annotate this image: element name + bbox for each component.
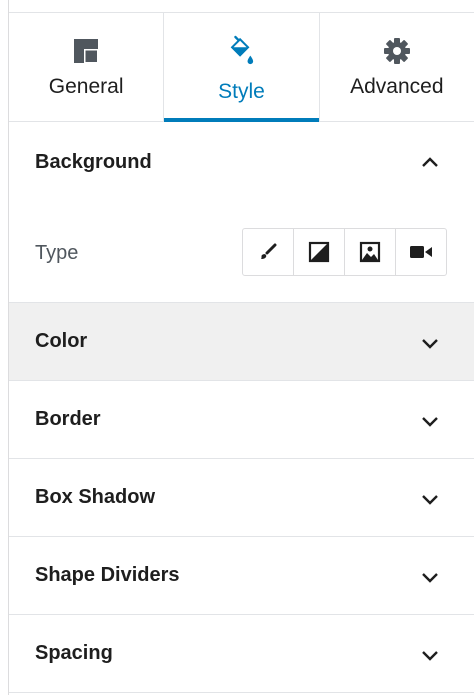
type-image-button[interactable] xyxy=(344,229,395,275)
section-title: Shape Dividers xyxy=(35,564,180,586)
type-video-button[interactable] xyxy=(395,229,446,275)
box-shadow-section[interactable]: Box Shadow xyxy=(9,459,474,537)
chevron-down-icon xyxy=(422,573,438,583)
color-section[interactable]: Color xyxy=(9,303,474,381)
background-section: Background Type xyxy=(9,122,474,303)
panel-tabs: General Style Advanced xyxy=(9,12,474,122)
sidebar-edge xyxy=(0,0,9,695)
chevron-down-icon xyxy=(422,339,438,349)
tab-label: Advanced xyxy=(350,75,444,98)
type-gradient-button[interactable] xyxy=(293,229,344,275)
chevron-down-icon xyxy=(422,495,438,505)
chevron-up-icon[interactable] xyxy=(420,152,440,172)
paint-bucket-icon xyxy=(227,35,255,65)
background-section-toggle[interactable]: Background xyxy=(35,151,152,174)
layout-icon xyxy=(72,37,100,65)
spacing-section[interactable]: Spacing xyxy=(9,615,474,693)
section-title: Color xyxy=(35,330,88,352)
section-title: Border xyxy=(35,408,101,430)
tab-label: General xyxy=(48,75,124,98)
video-camera-icon xyxy=(410,246,432,258)
section-title: Spacing xyxy=(35,642,113,664)
chevron-down-icon xyxy=(422,651,438,661)
background-type-selector xyxy=(242,228,447,276)
gear-icon xyxy=(383,37,411,65)
gradient-icon xyxy=(308,241,330,263)
tab-general[interactable]: General xyxy=(9,13,163,121)
style-panel: General Style Advanced Background Type C… xyxy=(9,0,474,695)
section-title: Box Shadow xyxy=(35,486,156,508)
border-section[interactable]: Border xyxy=(9,381,474,459)
chevron-down-icon xyxy=(422,417,438,427)
tab-advanced[interactable]: Advanced xyxy=(318,13,474,121)
type-classic-button[interactable] xyxy=(243,229,293,275)
brush-icon xyxy=(261,243,277,259)
type-label: Type xyxy=(35,242,79,264)
image-icon xyxy=(359,241,381,263)
tab-label: Style xyxy=(218,80,265,103)
tab-style[interactable]: Style xyxy=(163,13,319,122)
shape-dividers-section[interactable]: Shape Dividers xyxy=(9,537,474,615)
